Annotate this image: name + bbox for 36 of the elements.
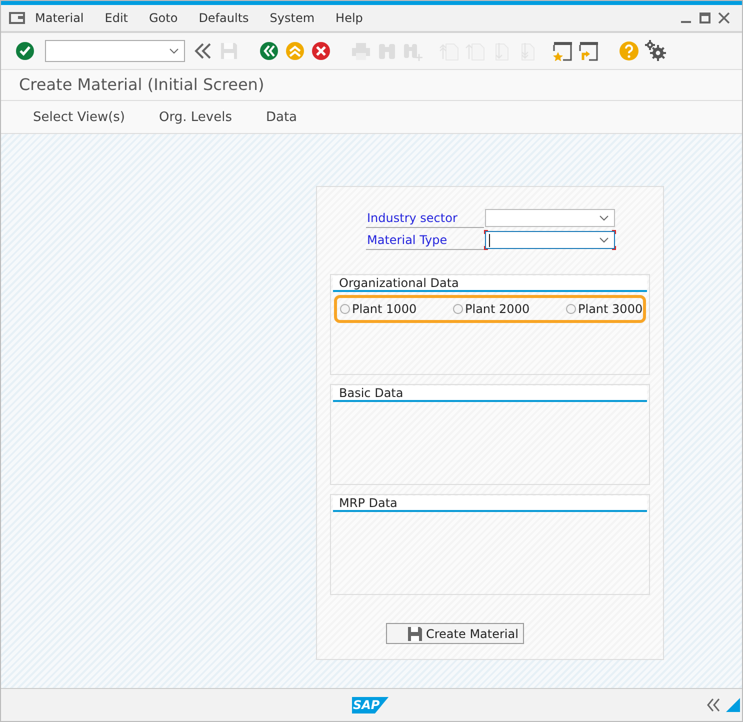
dropdown-caret-icon[interactable] — [169, 48, 179, 54]
group-title: Organizational Data — [333, 276, 647, 292]
menu-item[interactable]: Goto — [149, 11, 178, 25]
radio-option[interactable]: Plant 3000 — [566, 302, 643, 316]
resize-handle-icon[interactable] — [726, 698, 740, 712]
toolbar-button[interactable]: Select View(s) — [21, 106, 138, 128]
close-icon[interactable] — [718, 12, 730, 24]
toolbar-button[interactable]: Org. Levels — [147, 106, 244, 128]
logo: SAP — [352, 696, 389, 714]
command-field[interactable] — [45, 40, 185, 62]
menu-item[interactable]: Help — [336, 11, 363, 25]
window-star-icon[interactable] — [553, 41, 573, 61]
screen-title: Create Material (Initial Screen) — [1, 70, 742, 101]
dropdown-caret-icon[interactable] — [599, 215, 609, 221]
radio-option[interactable]: Plant 2000 — [453, 302, 563, 316]
menu-item[interactable]: Defaults — [198, 11, 249, 25]
radio-option[interactable]: Plant 1000 — [340, 302, 450, 316]
dropdown-field[interactable] — [485, 209, 615, 227]
field-label: Industry sector — [366, 208, 484, 228]
menu-item[interactable]: System — [270, 11, 315, 25]
toolbar-button[interactable]: Data — [254, 106, 310, 128]
group-title: MRP Data — [333, 496, 647, 512]
create-material-button[interactable]: Create Material — [386, 623, 524, 644]
maximize-icon[interactable] — [699, 12, 711, 24]
menu-icon[interactable] — [9, 12, 25, 24]
dropdown-caret-icon[interactable] — [599, 237, 609, 243]
menu-item[interactable]: Material — [35, 11, 84, 25]
group-title: Basic Data — [333, 386, 647, 402]
window-arrow-icon[interactable] — [579, 41, 599, 61]
enter-icon[interactable] — [15, 41, 35, 61]
double-chevron-icon[interactable] — [706, 698, 720, 712]
menu-item[interactable]: Edit — [104, 11, 128, 25]
double-chevron-icon[interactable] — [193, 41, 213, 61]
cancel-icon[interactable] — [311, 41, 331, 61]
back-icon[interactable] — [259, 41, 279, 61]
settings-icon[interactable] — [645, 40, 667, 62]
